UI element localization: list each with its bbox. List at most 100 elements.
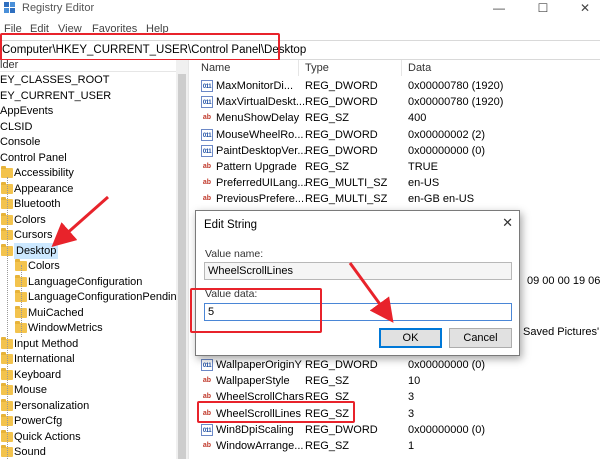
value-data: 3 <box>408 407 415 420</box>
menu-help[interactable]: Help <box>146 23 169 35</box>
list-row[interactable]: 011 MouseWheelRo... REG_DWORD 0x00000002 (2… <box>195 127 600 143</box>
tree-item-label: AppEvents <box>0 105 54 117</box>
value-type: REG_SZ <box>305 391 350 404</box>
value-type: REG_DWORD <box>305 423 378 436</box>
string-value-icon: ab <box>202 195 212 203</box>
binary-value-icon: 011 <box>201 128 213 141</box>
registry-tree: lder EY_CLASSES_ROOT EY_CURRENT_USER AppEv… <box>0 60 188 459</box>
list-row[interactable]: ab WallpaperStyle REG_SZ 10 <box>195 373 600 389</box>
value-data: 0x00000000 (0) <box>408 144 486 157</box>
value-data: 1 <box>408 440 415 452</box>
tree-item-label: MuiCached <box>28 306 84 319</box>
tree-item-label: Control Panel <box>0 151 67 164</box>
list-row[interactable]: ab PreviousPrefere... REG_MULTI_SZ en-GB en… <box>195 191 600 207</box>
list-row[interactable]: ab WheelScrollLines REG_SZ 3 <box>195 406 600 422</box>
tree-item-label: Appearance <box>14 182 74 195</box>
registry-editor-icon <box>4 2 15 13</box>
list-row[interactable]: 011 WallpaperOriginY REG_DWORD 0x00000000 (… <box>195 357 600 373</box>
value-type: REG_MULTI_SZ <box>305 177 388 190</box>
list-row[interactable]: ab WheelScrollChars REG_SZ 3 <box>195 389 600 405</box>
tree-item-label: EY_CLASSES_ROOT <box>0 74 110 86</box>
tree-scrollbar[interactable] <box>176 60 188 459</box>
tree-item-label: Personalization <box>14 399 90 412</box>
title-bar: Registry Editor — ☐ ✕ <box>0 0 600 18</box>
value-name-field: WheelScrollLines <box>204 262 512 280</box>
tree-item-label: WindowMetrics <box>28 322 103 334</box>
list-row[interactable]: 011 MaxMonitorDi... REG_DWORD 0x00000780 (1… <box>195 78 600 94</box>
string-value-icon: ab <box>202 163 212 170</box>
tree-item-label: Colors <box>14 213 46 226</box>
cancel-button[interactable]: Cancel <box>449 328 512 348</box>
value-name: MaxVirtualDeskt... <box>216 96 306 109</box>
column-header-data[interactable]: Data <box>402 60 600 76</box>
window-title: Registry Editor <box>22 2 95 14</box>
binary-value-icon: 011 <box>201 144 213 157</box>
value-name: WheelScrollChars <box>216 391 305 404</box>
pane-splitter[interactable] <box>188 60 195 459</box>
list-row[interactable]: 011 MaxVirtualDeskt... REG_DWORD 0x00000780… <box>195 94 600 110</box>
list-row[interactable]: 011 PaintDesktopVer... REG_DWORD 0x00000000… <box>195 143 600 159</box>
menu-favorites[interactable]: Favorites <box>92 23 137 35</box>
list-row[interactable]: ab PreferredUILang... REG_MULTI_SZ en-US <box>195 175 600 191</box>
tree-item-label: LanguageConfigurationPending <box>28 291 183 303</box>
tree-item-label: Console <box>0 136 41 148</box>
tree-item-label: EY_CURRENT_USER <box>0 89 112 102</box>
value-name: Pattern Upgrade <box>216 161 297 173</box>
tree-item-label: Bluetooth <box>14 198 61 210</box>
minimize-button[interactable]: — <box>484 0 514 18</box>
value-data-input[interactable]: 5 <box>204 303 512 321</box>
tree-item-label: Cursors <box>14 229 53 241</box>
binary-value-icon: 011 <box>201 80 213 92</box>
tree-item-label: Desktop <box>14 242 59 259</box>
tree-scrollbar-thumb[interactable] <box>178 74 186 459</box>
address-bar[interactable]: Computer\HKEY_CURRENT_USER\Control Panel… <box>0 40 600 60</box>
menu-view[interactable]: View <box>58 23 82 35</box>
string-value-icon: ab <box>202 114 212 122</box>
value-name: WindowArrange... <box>216 440 304 452</box>
value-data: 0x00000780 (1920) <box>408 80 504 92</box>
value-name-label: Value name: <box>205 248 264 260</box>
list-row[interactable]: 011 Win8DpiScaling REG_DWORD 0x00000000 (0) <box>195 422 600 438</box>
binary-value-icon: 011 <box>201 423 213 436</box>
maximize-button[interactable]: ☐ <box>528 0 558 18</box>
address-path[interactable]: Computer\HKEY_CURRENT_USER\Control Panel… <box>2 44 306 56</box>
dialog-close-icon[interactable]: ✕ <box>502 215 513 231</box>
value-type: REG_SZ <box>305 161 350 173</box>
list-row[interactable]: ab Pattern Upgrade REG_SZ TRUE <box>195 159 600 175</box>
value-name: WallpaperOriginY <box>216 359 302 371</box>
value-type: REG_DWORD <box>305 144 378 157</box>
menu-edit[interactable]: Edit <box>30 23 49 35</box>
string-value-icon: ab <box>202 442 212 449</box>
tree-guide-line-desktop <box>21 265 22 337</box>
value-type: REG_DWORD <box>305 80 378 92</box>
ok-button[interactable]: OK <box>379 328 442 348</box>
value-name: WallpaperStyle <box>216 375 290 388</box>
tree-item-label: Input Method <box>14 337 79 350</box>
close-button[interactable]: ✕ <box>570 0 600 18</box>
partial-data-text: Saved Pictures' <box>523 326 600 338</box>
value-type: REG_SZ <box>305 407 350 420</box>
binary-value-icon: 011 <box>201 359 213 371</box>
column-header-name[interactable]: Name <box>195 60 299 76</box>
menu-file[interactable]: File <box>4 23 22 35</box>
value-data: 400 <box>408 112 427 125</box>
value-name: WheelScrollLines <box>216 407 301 420</box>
value-data: 10 <box>408 375 421 388</box>
value-name: MouseWheelRo... <box>216 128 304 141</box>
value-type: REG_DWORD <box>305 96 378 109</box>
column-header-type[interactable]: Type <box>299 60 402 76</box>
tree-column-header[interactable]: lder <box>0 60 188 72</box>
value-data: TRUE <box>408 161 438 173</box>
value-type: REG_SZ <box>305 375 350 388</box>
value-type: REG_DWORD <box>305 128 378 141</box>
value-data: 0x00000002 (2) <box>408 128 486 141</box>
tree-item-label: LanguageConfiguration <box>28 275 143 288</box>
tree-item-label: International <box>14 353 75 365</box>
list-row[interactable]: ab WindowArrange... REG_SZ 1 <box>195 438 600 454</box>
tree-item-label: Quick Actions <box>14 430 81 443</box>
value-type: REG_MULTI_SZ <box>305 193 388 206</box>
menu-bar: File Edit View Favorites Help <box>0 22 600 38</box>
value-data: 0x00000000 (0) <box>408 423 486 436</box>
value-type: REG_SZ <box>305 112 350 125</box>
list-row[interactable]: ab MenuShowDelay REG_SZ 400 <box>195 110 600 126</box>
